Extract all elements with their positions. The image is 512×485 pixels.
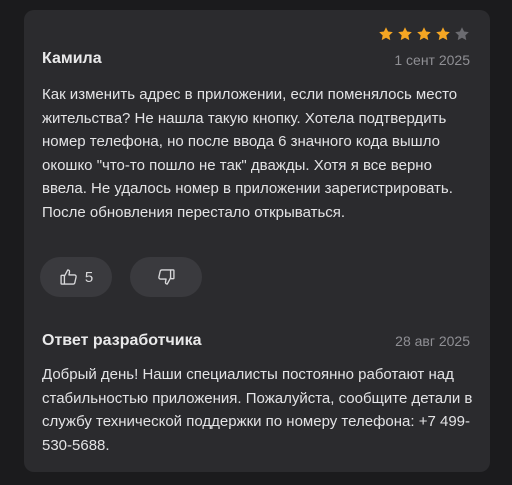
like-button[interactable]: 5 [40,257,112,297]
reply-date: 28 авг 2025 [395,333,470,349]
review-date: 1 сент 2025 [394,52,470,68]
star-filled-icon [417,27,431,41]
like-count: 5 [84,268,94,286]
developer-reply-title: Ответ разработчика [42,332,202,349]
review-card: Камила 1 сент 2025 Как изменить адрес в … [24,10,490,472]
star-filled-icon [436,27,450,41]
star-filled-icon [379,27,393,41]
review-author: Камила [42,50,102,67]
review-text: Как изменить адрес в приложении, если по… [42,86,458,221]
star-filled-icon [398,27,412,41]
rating-stars [378,26,470,42]
dislike-button[interactable] [130,257,202,297]
thumbs-up-icon [60,269,77,285]
developer-reply-text: Добрый день! Наши специалисты постоянно … [42,366,473,454]
thumbs-down-icon [158,269,175,285]
star-empty-icon [455,27,469,41]
